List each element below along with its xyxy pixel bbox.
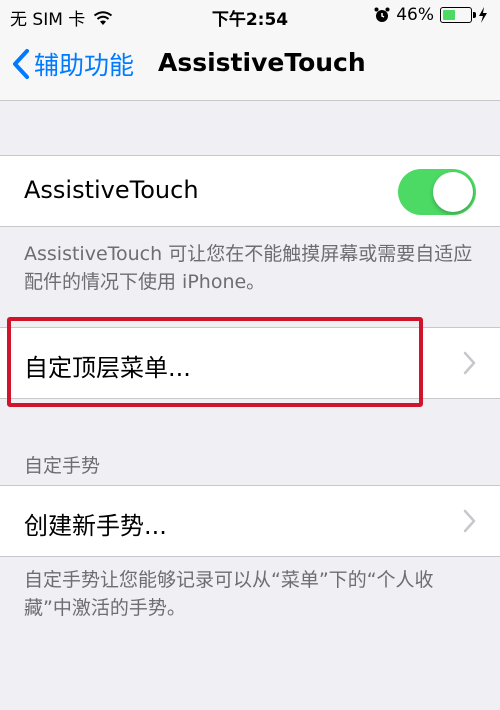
chevron-right-icon (463, 351, 476, 375)
highlight-annotation (7, 317, 423, 407)
status-bar: 无 SIM 卡 下午2:54 46% (0, 0, 500, 32)
chevron-right-icon (463, 509, 476, 533)
create-gesture-cell[interactable]: 创建新手势... (0, 485, 500, 557)
battery-percent: 46% (396, 5, 434, 25)
custom-gestures-header: 自定手势 (24, 455, 101, 477)
status-right: 46% (374, 5, 488, 25)
back-button[interactable]: 辅助功能 (12, 46, 134, 82)
assistive-touch-description: AssistiveTouch 可让您在不能触摸屏幕或需要自适应配件的情况下使用 … (24, 243, 473, 293)
battery-icon (440, 7, 476, 23)
toggle-knob (433, 172, 473, 212)
back-button-label: 辅助功能 (34, 51, 135, 80)
assistive-touch-toggle[interactable] (398, 169, 476, 215)
alarm-icon (374, 7, 390, 22)
custom-gestures-footer: 自定手势让您能够记录可以从“菜单”下的“个人收藏”中激活的手势。 (24, 569, 434, 619)
create-gesture-label: 创建新手势... (24, 512, 167, 540)
assistive-touch-label: AssistiveTouch (24, 176, 199, 204)
charging-icon (479, 7, 487, 23)
page-title: AssistiveTouch (158, 48, 366, 77)
chevron-left-icon (13, 49, 29, 79)
navigation-bar: 辅助功能 AssistiveTouch (0, 32, 500, 101)
battery-fill (443, 10, 455, 20)
assistive-touch-cell: AssistiveTouch (0, 155, 500, 227)
